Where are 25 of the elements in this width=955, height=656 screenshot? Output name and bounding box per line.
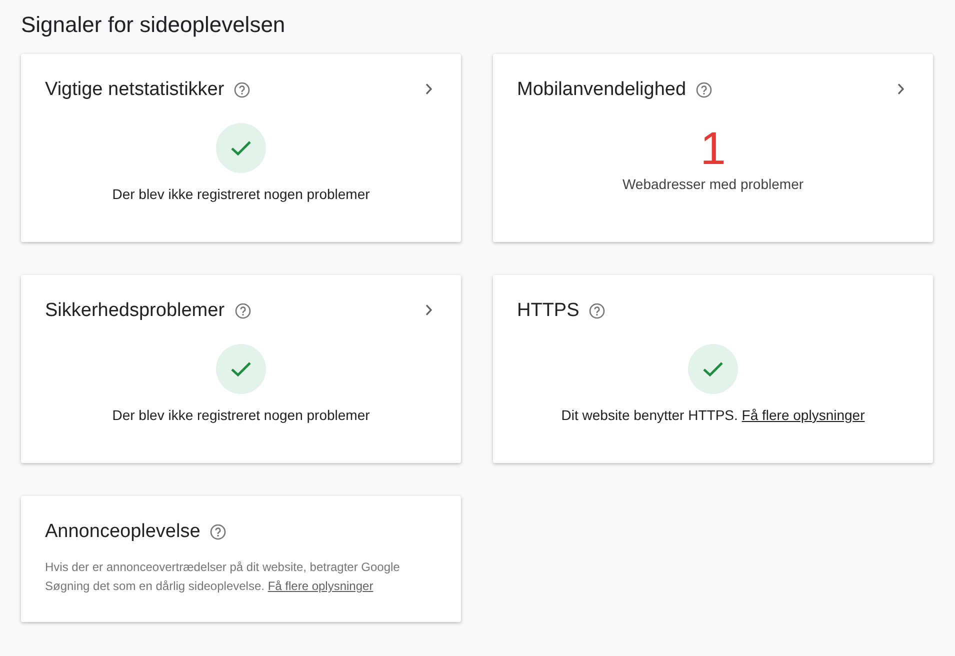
status-message: Der blev ikke registreret nogen problemer [112,407,370,423]
check-icon [216,123,266,173]
card-title: Sikkerhedsproblemer [45,300,225,322]
card-title: HTTPS [517,300,580,322]
page-title: Signaler for sideoplevelsen [21,11,286,39]
check-icon [216,344,266,394]
check-icon [688,344,738,394]
help-icon[interactable] [234,82,250,98]
help-icon[interactable] [234,303,251,319]
help-icon[interactable] [589,303,606,319]
status-message: Der blev ikke registreret nogen problemer [112,186,370,202]
card-title: Mobilanvendelighed [517,79,686,101]
chevron-right-icon[interactable] [425,304,433,316]
status-message: Dit website benytter HTTPS. Få flere oplysninger [561,407,865,423]
chevron-right-icon[interactable] [897,83,905,95]
count-label: Webadresser med problemer [622,176,804,192]
learn-more-link[interactable]: Få flere oplysninger [268,579,374,593]
chevron-right-icon[interactable] [425,83,433,95]
card-title: Vigtige netstatistikker [45,79,224,101]
help-icon[interactable] [696,82,712,98]
help-icon[interactable] [210,524,226,540]
card-description: Hvis der er annonceovertrædelser på dit website, betragter Google Søgning det som en dårlig sideoplevelse. Få flere oplysninger [45,559,401,595]
learn-more-link[interactable]: Få flere oplysninger [742,407,865,423]
issue-count: 1 [700,121,726,175]
card-title: Annonceoplevelse [45,521,200,543]
